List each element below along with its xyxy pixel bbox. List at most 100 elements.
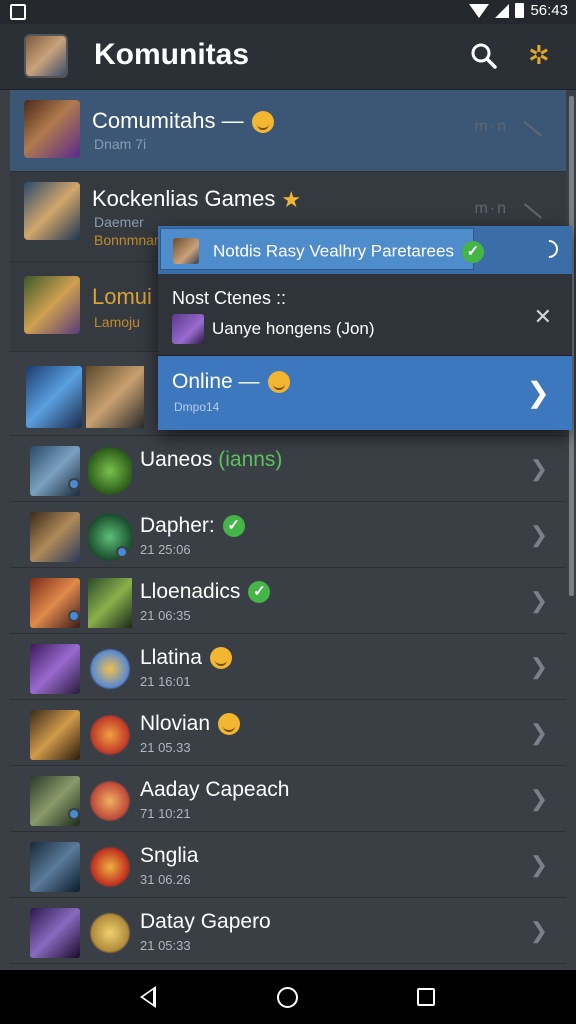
verified-icon: ✓ — [248, 581, 271, 604]
list-item[interactable]: Lloenadics ✓ 21 06:35 ❯ — [10, 568, 566, 634]
close-icon[interactable]: ✕ — [534, 304, 552, 330]
list-item-title: Aaday Capeach — [140, 778, 290, 801]
thumbnail — [172, 314, 204, 344]
verified-icon: ✓ — [461, 241, 484, 263]
popup-menu-item[interactable]: Nost Ctenes :: Uanye hongens (Jon) ✕ — [158, 274, 572, 356]
menu-item-title: Online — — [172, 370, 290, 394]
status-dot — [68, 478, 80, 490]
menu-item-subtitle: Dmpo14 — [174, 400, 220, 414]
list-item-title: Lloenadics ✓ — [140, 580, 271, 604]
list-item[interactable]: Llatina 21 16:01 ❯ — [10, 634, 566, 700]
group-avatar — [26, 366, 82, 428]
chevron-right-icon[interactable]: ❯ — [530, 588, 548, 614]
list-item-title: Datay Gapero — [140, 910, 271, 933]
mute-icon: m·n — [474, 118, 508, 135]
user-avatar — [30, 908, 80, 958]
group-avatar-2 — [86, 366, 144, 428]
status-icons: 56:43 — [469, 2, 568, 19]
list-item-time: 21 16:01 — [140, 674, 191, 689]
list-item-title: Kockenlias Games ★ — [92, 186, 302, 213]
list-item[interactable]: Uaneos (ianns) ❯ — [10, 436, 566, 502]
group-avatar — [24, 276, 80, 334]
list-item[interactable]: Aaday Capeach 71 10:21 ❯ — [10, 766, 566, 832]
menu-item-title: Nost Ctenes :: — [172, 288, 287, 308]
chat-list: Comumitahs — Dnam 7i m·n Kockenlias Game… — [10, 90, 568, 970]
popup-banner-item[interactable]: Notdis Rasy Vealhry Paretarees ✓ — [160, 228, 484, 270]
list-item-title: Comumitahs — — [92, 108, 274, 134]
list-item-subtitle: Lamoju — [94, 314, 140, 330]
image-icon — [10, 4, 26, 20]
smile-emoji-icon — [267, 371, 290, 394]
badge-icon — [88, 446, 132, 496]
list-item-subtitle-2: Bonnmnar — [94, 232, 159, 248]
recents-icon[interactable] — [417, 988, 435, 1006]
user-avatar — [30, 710, 80, 760]
star-emoji-icon: ★ — [281, 187, 302, 213]
badge-icon — [88, 710, 132, 760]
popup-menu-item-online[interactable]: Online — Dmpo14 ❯ — [158, 356, 572, 430]
app-bar: Komunitas ✲ — [0, 24, 576, 90]
list-item-title: Uaneos (ianns) — [140, 448, 283, 471]
status-dot — [116, 546, 128, 558]
badge-icon — [88, 644, 132, 694]
list-item-time: 21 05:33 — [140, 938, 191, 953]
smile-emoji-icon — [251, 111, 274, 134]
avatar[interactable] — [24, 34, 68, 78]
status-popup: Notdis Rasy Vealhry Paretarees ✓ Nost Cte… — [158, 226, 572, 430]
user-avatar — [30, 512, 80, 562]
list-item-title: Dapher: ✓ — [140, 514, 245, 538]
list-item-time: 21 25:06 — [140, 542, 191, 557]
home-icon[interactable] — [277, 987, 298, 1008]
chevron-right-icon[interactable]: ❯ — [527, 376, 550, 409]
list-item-title: Snglia — [140, 844, 199, 867]
back-icon[interactable] — [140, 986, 156, 1008]
list-item-time: 21 06:35 — [140, 608, 191, 623]
chevron-right-icon[interactable]: ❯ — [530, 720, 548, 746]
avatar — [173, 238, 199, 264]
wifi-icon — [469, 3, 490, 18]
list-item[interactable]: Datay Gapero 21 05:33 ❯ — [10, 898, 566, 964]
star-icon[interactable]: ✲ — [528, 40, 550, 71]
list-item[interactable]: Dapher: ✓ 21 25:06 ❯ — [10, 502, 566, 568]
status-time: 56:43 — [530, 2, 568, 19]
user-avatar — [30, 644, 80, 694]
chevron-right-icon[interactable]: ❯ — [530, 522, 548, 548]
search-icon[interactable] — [470, 42, 498, 70]
chevron-right-icon[interactable]: ❯ — [530, 786, 548, 812]
list-item-time: 71 10:21 — [140, 806, 191, 821]
list-item[interactable]: Snglia 31 06.26 ❯ — [10, 832, 566, 898]
refresh-icon[interactable] — [536, 236, 562, 262]
chevron-right-icon[interactable]: ❯ — [530, 456, 548, 482]
list-item-title: Nlovian — [140, 712, 241, 736]
status-dot — [68, 610, 80, 622]
list-item[interactable]: Comumitahs — Dnam 7i m·n — [10, 90, 566, 172]
battery-icon — [515, 3, 525, 18]
signal-icon — [495, 3, 510, 18]
verified-icon: ✓ — [222, 515, 245, 538]
list-item-time: 31 06.26 — [140, 872, 191, 887]
chevron-right-icon[interactable]: ❯ — [530, 654, 548, 680]
list-item-title: Lomui — [92, 284, 152, 309]
smile-emoji-icon — [209, 647, 232, 670]
badge-icon — [88, 776, 132, 826]
badge-icon — [88, 842, 132, 892]
list-item-title: Llatina — [140, 646, 232, 670]
group-avatar — [24, 182, 80, 240]
menu-item-subtitle: Uanye hongens (Jon) — [172, 314, 375, 344]
popup-banner: Notdis Rasy Vealhry Paretarees ✓ — [158, 226, 572, 274]
mute-icon: m·n — [474, 200, 508, 217]
list-item-subtitle: Daemer — [94, 214, 144, 230]
list-item-time: 21 05.33 — [140, 740, 191, 755]
chevron-right-icon[interactable]: ❯ — [530, 852, 548, 878]
badge-icon — [88, 908, 132, 958]
page-title: Komunitas — [94, 38, 250, 71]
badge-icon — [88, 578, 132, 628]
chevron-right-icon[interactable]: ❯ — [530, 918, 548, 944]
divider-icon — [523, 203, 543, 219]
user-avatar — [30, 842, 80, 892]
navigation-bar — [0, 970, 576, 1024]
banner-text: Notdis Rasy Vealhry Paretarees ✓ — [213, 241, 484, 263]
smile-emoji-icon — [218, 713, 241, 736]
list-item[interactable]: Nlovian 21 05.33 ❯ — [10, 700, 566, 766]
status-dot — [68, 808, 80, 820]
